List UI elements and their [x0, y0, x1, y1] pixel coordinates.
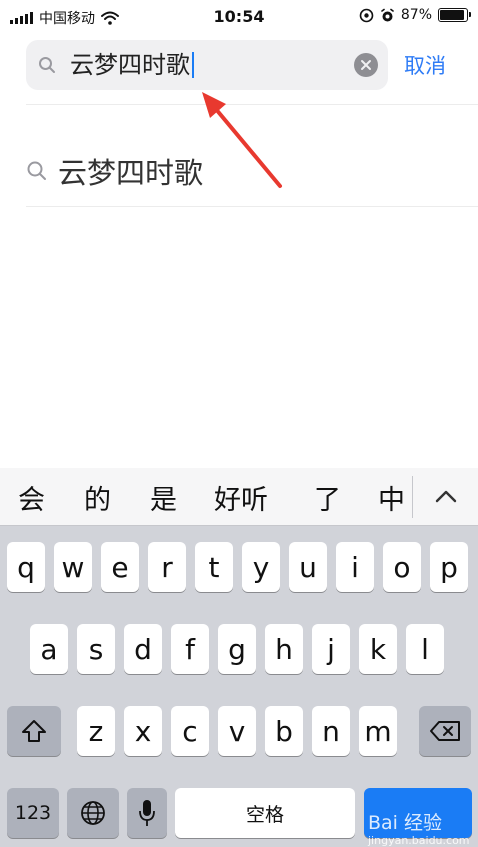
key-j[interactable]: j	[312, 624, 350, 674]
candidate-item[interactable]: 了	[314, 478, 341, 517]
space-key[interactable]: 空格	[175, 788, 355, 838]
alarm-icon	[381, 8, 394, 21]
key-k[interactable]: k	[359, 624, 397, 674]
key-n[interactable]: n	[312, 706, 350, 756]
key-p[interactable]: p	[430, 542, 468, 592]
status-bar: 中国移动 10:54 87%	[0, 0, 478, 36]
screen: 中国移动 10:54 87% 云梦四时歌 取消 云梦四时歌 会 的 是 好听 了…	[0, 0, 478, 847]
divider	[26, 206, 478, 207]
globe-key[interactable]	[67, 788, 119, 838]
key-a[interactable]: a	[30, 624, 68, 674]
key-y[interactable]: y	[242, 542, 280, 592]
backspace-icon	[430, 721, 460, 741]
candidate-item[interactable]: 会	[18, 478, 45, 517]
search-icon	[39, 57, 55, 73]
key-h[interactable]: h	[265, 624, 303, 674]
key-r[interactable]: r	[148, 542, 186, 592]
orientation-lock-icon	[359, 8, 374, 22]
key-c[interactable]: c	[171, 706, 209, 756]
key-v[interactable]: v	[218, 706, 256, 756]
candidate-bar: 会 的 是 好听 了 中	[0, 468, 478, 526]
globe-icon	[81, 801, 105, 825]
suggestion-label: 云梦四时歌	[58, 156, 204, 190]
key-w[interactable]: w	[54, 542, 92, 592]
text-cursor	[192, 52, 194, 78]
chevron-up-icon[interactable]	[434, 488, 458, 504]
search-query-text: 云梦四时歌	[70, 48, 194, 82]
candidate-item[interactable]: 中	[378, 478, 405, 517]
key-o[interactable]: o	[383, 542, 421, 592]
key-g[interactable]: g	[218, 624, 256, 674]
battery-fill	[440, 10, 465, 20]
key-z[interactable]: z	[77, 706, 115, 756]
key-d[interactable]: d	[124, 624, 162, 674]
battery-icon	[438, 8, 471, 22]
search-query: 云梦四时歌	[70, 51, 190, 79]
key-t[interactable]: t	[195, 542, 233, 592]
microphone-icon	[139, 800, 155, 826]
backspace-key[interactable]	[419, 706, 471, 756]
key-i[interactable]: i	[336, 542, 374, 592]
candidate-item[interactable]: 的	[84, 478, 111, 517]
clear-icon[interactable]	[354, 53, 378, 77]
key-e[interactable]: e	[101, 542, 139, 592]
cancel-button[interactable]: 取消	[404, 50, 446, 80]
space-key-label: 空格	[245, 803, 284, 826]
keyboard: 会 的 是 好听 了 中 q w e r t y u i o p a s d f…	[0, 468, 478, 847]
numbers-key-label: 123	[14, 802, 52, 824]
watermark: Bai 经验 jingyan.baidu.com	[368, 812, 470, 847]
search-icon	[27, 161, 46, 180]
key-s[interactable]: s	[77, 624, 115, 674]
key-m[interactable]: m	[359, 706, 397, 756]
shift-key[interactable]	[7, 706, 61, 756]
numbers-key[interactable]: 123	[7, 788, 59, 838]
search-input[interactable]: 云梦四时歌	[26, 40, 388, 90]
key-b[interactable]: b	[265, 706, 303, 756]
key-q[interactable]: q	[7, 542, 45, 592]
annotation-arrow-icon	[202, 92, 282, 188]
microphone-key[interactable]	[127, 788, 167, 838]
candidate-divider	[412, 476, 413, 518]
candidate-item[interactable]: 是	[150, 478, 177, 517]
key-x[interactable]: x	[124, 706, 162, 756]
key-u[interactable]: u	[289, 542, 327, 592]
status-right: 87%	[359, 7, 471, 23]
key-f[interactable]: f	[171, 624, 209, 674]
watermark-line2: jingyan.baidu.com	[368, 834, 470, 847]
key-l[interactable]: l	[406, 624, 444, 674]
watermark-line1: Bai 经验	[368, 812, 442, 834]
battery-percent: 87%	[400, 7, 432, 23]
candidate-item[interactable]: 好听	[214, 478, 268, 517]
shift-icon	[22, 720, 46, 742]
